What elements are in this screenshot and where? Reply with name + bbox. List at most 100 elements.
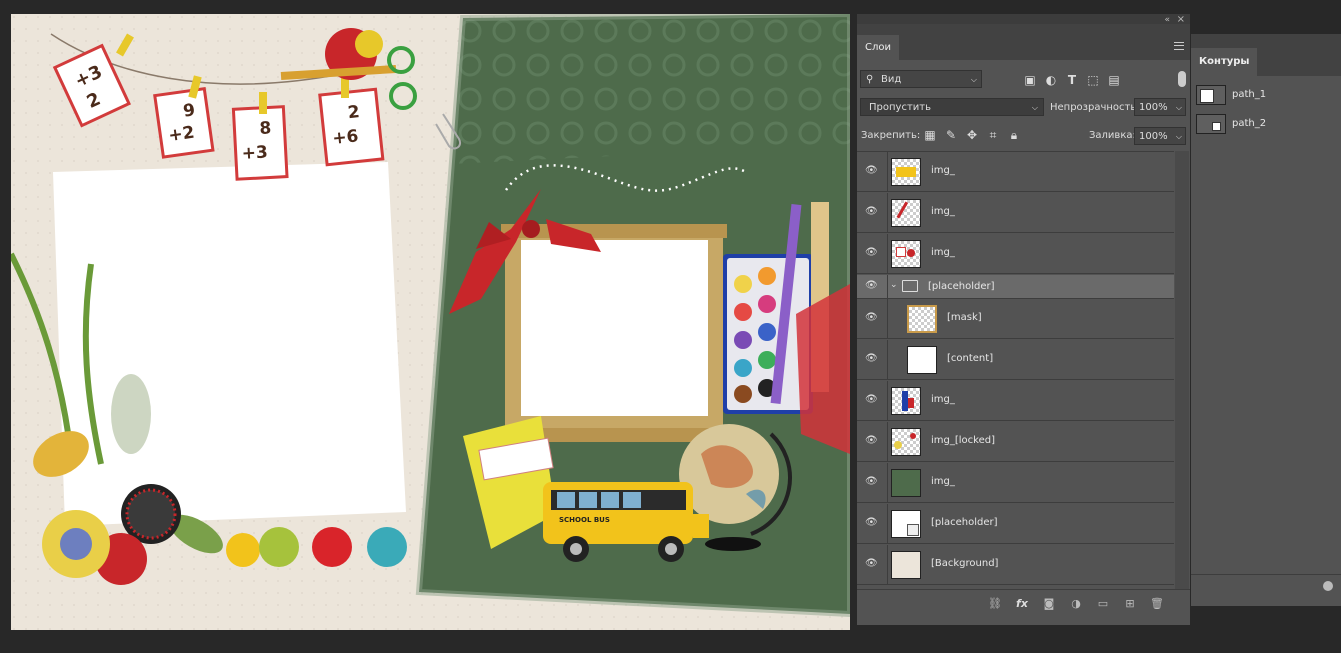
chevron-down-icon[interactable]: ⌄ [890,280,898,290]
layer-row[interactable]: 👁︎ [placeholder] [857,504,1174,544]
photo-placeholder-left[interactable] [53,162,406,526]
document-canvas[interactable]: SCHOOL BUS +3 2 9 +2 8 +3 2 +6 [11,14,850,630]
lock-brush-icon[interactable]: ✎ [944,128,958,142]
layer-thumbnail [891,158,921,186]
opacity-input[interactable]: 100% ⌵ [1134,98,1186,116]
lock-label: Закрепить: [861,130,921,141]
filter-kind-label: Вид [881,74,902,85]
layer-row[interactable]: 👁︎ [content] [857,340,1174,380]
lock-move-icon[interactable]: ✥ [965,128,979,142]
link-layers-icon[interactable]: ⛓ [988,597,1002,611]
layer-list: 👁︎ img_ 👁︎ img_ 👁︎ img_ 👁︎ ⌄ [placeholde… [857,151,1174,590]
layer-thumbnail [891,240,921,268]
filter-image-icon[interactable]: ▣ [1023,73,1037,87]
visibility-eye-icon[interactable]: 👁︎ [865,558,879,572]
lock-transparency-icon[interactable]: ▦ [923,128,937,142]
chevron-down-icon: ⌵ [970,75,977,84]
visibility-eye-icon[interactable]: 👁︎ [865,435,879,449]
layer-filter-select[interactable]: ⚲ Вид ⌵ [860,70,982,88]
lock-all-icon[interactable]: 🔒︎ [1007,128,1021,142]
layer-name: img_[locked] [931,435,995,446]
fx-icon[interactable]: fx [1015,597,1029,611]
blend-mode-value: Пропустить [869,102,931,113]
new-group-icon[interactable]: ▭ [1096,597,1110,611]
lock-artboard-icon[interactable]: ⌗ [986,128,1000,142]
layer-name: [mask] [947,312,982,323]
layer-group-row[interactable]: 👁︎ ⌄ [placeholder] [857,275,1174,299]
fill-label: Заливка: [1089,130,1136,141]
visibility-eye-icon[interactable]: 👁︎ [865,165,879,179]
path-name: path_1 [1232,89,1267,100]
fill-value: 100% [1139,131,1168,142]
visibility-eye-icon[interactable]: 👁︎ [865,476,879,490]
layer-list-scrollbar[interactable] [1175,151,1189,589]
layer-thumbnail [891,510,921,538]
layer-name: img_ [931,206,955,217]
tab-layers[interactable]: Слои [857,35,899,60]
chevron-down-icon: ⌵ [1031,103,1038,112]
card-4-bottom: +6 [331,126,359,149]
paths-scroll-handle[interactable] [1323,581,1333,591]
folder-icon [902,280,918,292]
layer-name: img_ [931,476,955,487]
chevron-down-icon: ⌵ [1175,103,1182,112]
layers-panel: Слои ⚲ Вид ⌵ ▣ ◐ T ⬚ ▤ Пропустить ⌵ Непр… [857,24,1190,625]
filter-type-icon[interactable]: T [1065,73,1079,87]
visibility-eye-icon[interactable]: 👁︎ [865,312,879,326]
blend-mode-select[interactable]: Пропустить ⌵ [860,98,1044,116]
card-3-top: 8 [259,118,272,139]
path-name: path_2 [1232,118,1267,129]
visibility-eye-icon[interactable]: 👁︎ [865,353,879,367]
path-thumbnail [1196,114,1226,134]
wooden-frame[interactable] [501,224,727,442]
layer-row[interactable]: 👁︎ img_ [857,463,1174,503]
layer-name: [Background] [931,558,999,569]
opacity-label: Непрозрачность: [1050,102,1140,113]
layer-row[interactable]: 👁︎ img_ [857,193,1174,233]
path-row[interactable]: path_2 [1191,110,1341,138]
visibility-eye-icon[interactable]: 👁︎ [865,394,879,408]
layer-name: [placeholder] [928,281,995,292]
chevron-down-icon: ⌵ [1175,132,1182,141]
paths-footer [1191,574,1341,601]
add-mask-icon[interactable]: ◙ [1042,597,1056,611]
filter-shape-icon[interactable]: ⬚ [1086,73,1100,87]
path-thumbnail [1196,85,1226,105]
visibility-eye-icon[interactable]: 👁︎ [865,280,879,294]
layer-row[interactable]: 👁︎ [Background] [857,545,1174,585]
layer-thumbnail [891,387,921,415]
layer-thumbnail [907,305,937,333]
layer-row[interactable]: 👁︎ img_ [857,152,1174,192]
layer-name: img_ [931,165,955,176]
layer-name: img_ [931,394,955,405]
tab-paths[interactable]: Контуры [1191,48,1258,76]
layer-row[interactable]: 👁︎ img_ [857,234,1174,274]
visibility-eye-icon[interactable]: 👁︎ [865,517,879,531]
visibility-eye-icon[interactable]: 👁︎ [865,247,879,261]
layer-name: [content] [947,353,994,364]
visibility-eye-icon[interactable]: 👁︎ [865,206,879,220]
filter-adjustment-icon[interactable]: ◐ [1044,73,1058,87]
adjustment-layer-icon[interactable]: ◑ [1069,597,1083,611]
trash-icon[interactable]: 🗑︎ [1150,597,1164,611]
paths-tabbar: Контуры [1191,34,1341,76]
filter-toggle[interactable] [1178,71,1186,87]
fill-input[interactable]: 100% ⌵ [1134,127,1186,145]
layers-tabbar: Слои [857,24,1190,60]
layer-row[interactable]: 👁︎ [mask] [857,299,1174,339]
filter-smartobject-icon[interactable]: ▤ [1107,73,1121,87]
paths-panel: Контуры path_1 path_2 [1191,34,1341,606]
layer-thumbnail [907,346,937,374]
layer-thumbnail [891,428,921,456]
opacity-value: 100% [1139,102,1168,113]
card-3-bottom: +3 [241,143,268,164]
layer-name: img_ [931,247,955,258]
layer-row[interactable]: 👁︎ img_ [857,381,1174,421]
layer-thumbnail [891,469,921,497]
layer-thumbnail [891,551,921,579]
panel-menu-icon[interactable] [1174,42,1184,50]
layer-row[interactable]: 👁︎ img_[locked] [857,422,1174,462]
path-row[interactable]: path_1 [1191,81,1341,109]
card-4-top: 2 [347,102,361,123]
new-layer-icon[interactable]: ⊞ [1123,597,1137,611]
